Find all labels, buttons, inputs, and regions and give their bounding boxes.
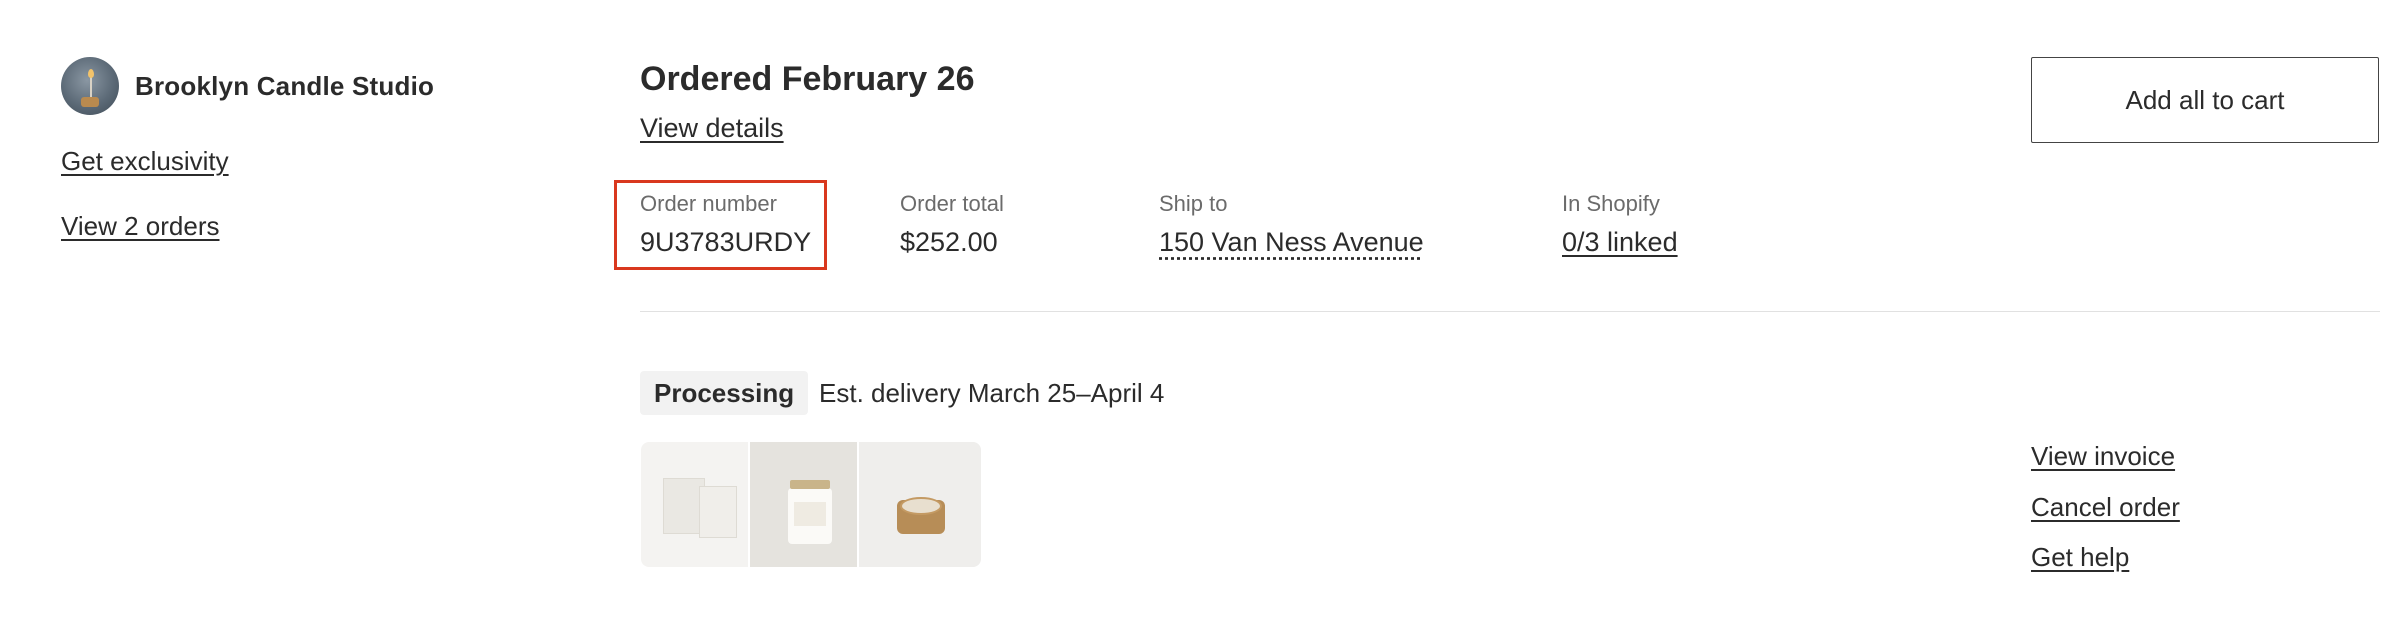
- in-shopify-label: In Shopify: [1562, 191, 1660, 216]
- order-item-thumbnails: [641, 442, 981, 567]
- status-badge: Processing: [640, 371, 809, 415]
- ship-to-label: Ship to: [1159, 191, 1228, 216]
- add-all-to-cart-button[interactable]: Add all to cart: [2031, 57, 2379, 143]
- order-total-field: Order total $252.00: [900, 191, 1004, 258]
- candle-box-image: [699, 486, 737, 538]
- order-number-value: 9U3783URDY: [640, 227, 812, 257]
- order-number-field: Order number 9U3783URDY: [640, 191, 811, 258]
- ship-to-address[interactable]: 150 Van Ness Avenue: [1159, 227, 1424, 258]
- get-exclusivity-link[interactable]: Get exclusivity: [61, 146, 229, 177]
- candle-tin-top: [900, 497, 942, 515]
- get-help-link[interactable]: Get help: [2031, 542, 2129, 573]
- avatar-candle-flame: [88, 69, 94, 78]
- view-invoice-link[interactable]: View invoice: [2031, 441, 2175, 472]
- store-name[interactable]: Brooklyn Candle Studio: [135, 71, 434, 102]
- estimated-delivery: Est. delivery March 25–April 4: [819, 378, 1165, 408]
- candle-jar-label: [794, 502, 826, 526]
- order-title: Ordered February 26: [640, 60, 975, 98]
- candle-jar-lid: [790, 480, 830, 489]
- ship-to-field: Ship to 150 Van Ness Avenue: [1159, 191, 1424, 258]
- store-avatar[interactable]: [61, 57, 119, 115]
- candle-thumbnail-1[interactable]: [641, 442, 748, 567]
- section-divider: [640, 311, 2380, 312]
- in-shopify-field: In Shopify 0/3 linked: [1562, 191, 1678, 258]
- avatar-candle-base: [81, 97, 99, 107]
- order-number-label: Order number: [640, 191, 777, 216]
- order-total-value: $252.00: [900, 227, 998, 257]
- candle-thumbnail-2[interactable]: [750, 442, 857, 567]
- order-total-label: Order total: [900, 191, 1004, 216]
- in-shopify-linked-link[interactable]: 0/3 linked: [1562, 227, 1678, 258]
- store-header: Brooklyn Candle Studio: [61, 57, 434, 115]
- candle-thumbnail-3[interactable]: [859, 442, 981, 567]
- view-orders-link[interactable]: View 2 orders: [61, 211, 220, 242]
- view-details-link[interactable]: View details: [640, 113, 784, 144]
- cancel-order-link[interactable]: Cancel order: [2031, 492, 2180, 523]
